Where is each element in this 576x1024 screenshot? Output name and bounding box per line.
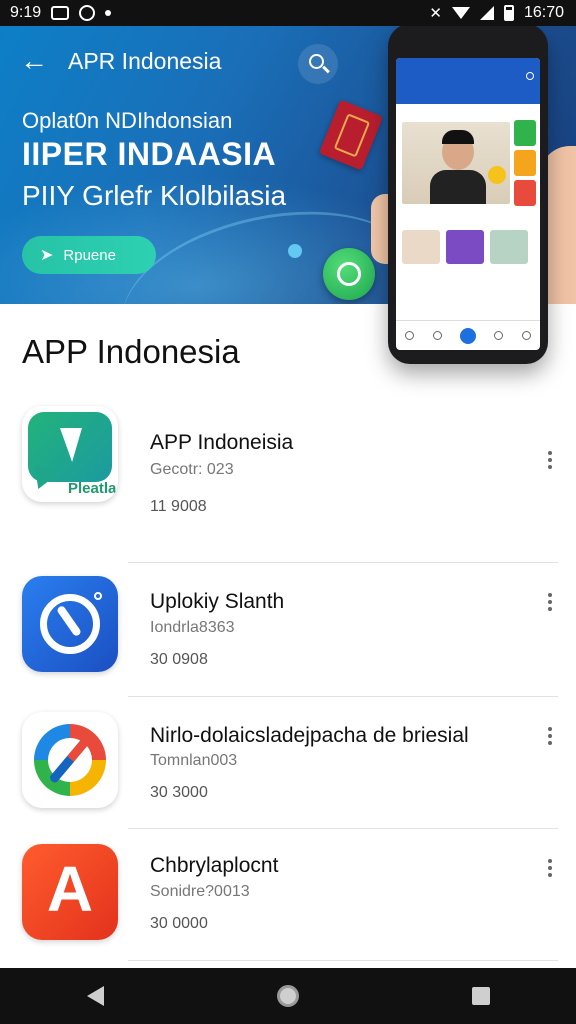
mockup-nav [396, 320, 540, 350]
mockup-hero-image [402, 122, 510, 204]
signal-icon [479, 6, 494, 20]
mute-icon: ✕ [429, 5, 442, 22]
app-developer: Tomnlan003 [150, 752, 238, 769]
list-item[interactable]: Pleatla APP Indoneisia Gecotr: 023 11 90… [0, 400, 576, 534]
app-name: Uplokiy Slanth [150, 590, 285, 613]
status-time: 9:19 [10, 4, 42, 21]
app-size: 30 0908 [150, 651, 208, 668]
emoji-icon [488, 166, 506, 184]
phone-mockup [388, 24, 548, 364]
more-options-icon[interactable] [540, 590, 560, 618]
more-options-icon[interactable] [540, 448, 560, 476]
banner-line-3: PIIY Grlefr Klolbilasia [22, 180, 287, 211]
nav-home-icon[interactable] [276, 985, 299, 1007]
app-developer: Sonidre?0013 [150, 883, 250, 900]
status-clock: 16:70 [523, 4, 564, 21]
banner-line-1: Oplat0n NDIhdonsian [22, 108, 233, 133]
list-item[interactable]: Nirlo-dolaicsladejpacha de briesial Tomn… [0, 700, 576, 834]
app-size: 30 3000 [150, 784, 208, 801]
list-item[interactable]: Uplokiy Slanth Iondrla8363 30 0908 [0, 566, 576, 700]
banner-cta-button[interactable]: ➤ Rpuene [22, 236, 156, 274]
more-options-icon[interactable] [540, 724, 560, 752]
system-nav-bar [0, 968, 576, 1024]
more-options-icon[interactable] [540, 856, 560, 884]
battery-icon [503, 5, 514, 21]
color-ring-icon [22, 712, 118, 808]
notification-dot-icon [105, 10, 112, 16]
app-size: 11 9008 [150, 498, 207, 515]
mockup-search-icon [526, 72, 534, 80]
app-developer: Gecotr: 023 [150, 461, 234, 478]
app-developer: Iondrla8363 [150, 619, 235, 636]
banner-cta-label: Rpuene [63, 246, 116, 264]
divider [128, 828, 558, 829]
app-size: 30 0000 [150, 915, 208, 932]
red-card-illustration [318, 99, 384, 171]
phone-screen [396, 58, 540, 350]
wifi-icon [451, 7, 470, 19]
app-name: APP Indoneisia [150, 431, 294, 454]
banner-line-2: IIPER INDAASIA [22, 136, 277, 172]
whatsapp-icon [323, 248, 375, 300]
back-arrow-icon[interactable]: ← [20, 47, 52, 76]
compass-icon [22, 576, 118, 672]
app-name: Chbrylaplocnt [150, 854, 279, 877]
app-name: Nirlo-dolaicsladejpacha de briesial [150, 724, 469, 747]
nav-recents-icon[interactable] [471, 987, 490, 1005]
page-title: APR Indonesia [68, 48, 222, 74]
divider [128, 696, 558, 697]
decorative-dot [288, 244, 302, 258]
send-icon: ➤ [40, 247, 54, 264]
search-button[interactable] [298, 44, 338, 84]
divider [128, 562, 558, 563]
nav-back-icon[interactable] [86, 986, 104, 1006]
divider [128, 960, 558, 961]
chat-bubble-icon: Pleatla [22, 406, 118, 502]
app-notification-icon [79, 5, 96, 21]
status-bar: 9:19 ✕ 16:70 [0, 0, 576, 26]
list-item[interactable]: A Chbrylaplocnt Sonidre?0013 30 0000 [0, 832, 576, 966]
gallery-notification-icon [51, 6, 70, 20]
letter-a-icon: A [22, 844, 118, 940]
section-title: APP Indonesia [22, 333, 240, 370]
